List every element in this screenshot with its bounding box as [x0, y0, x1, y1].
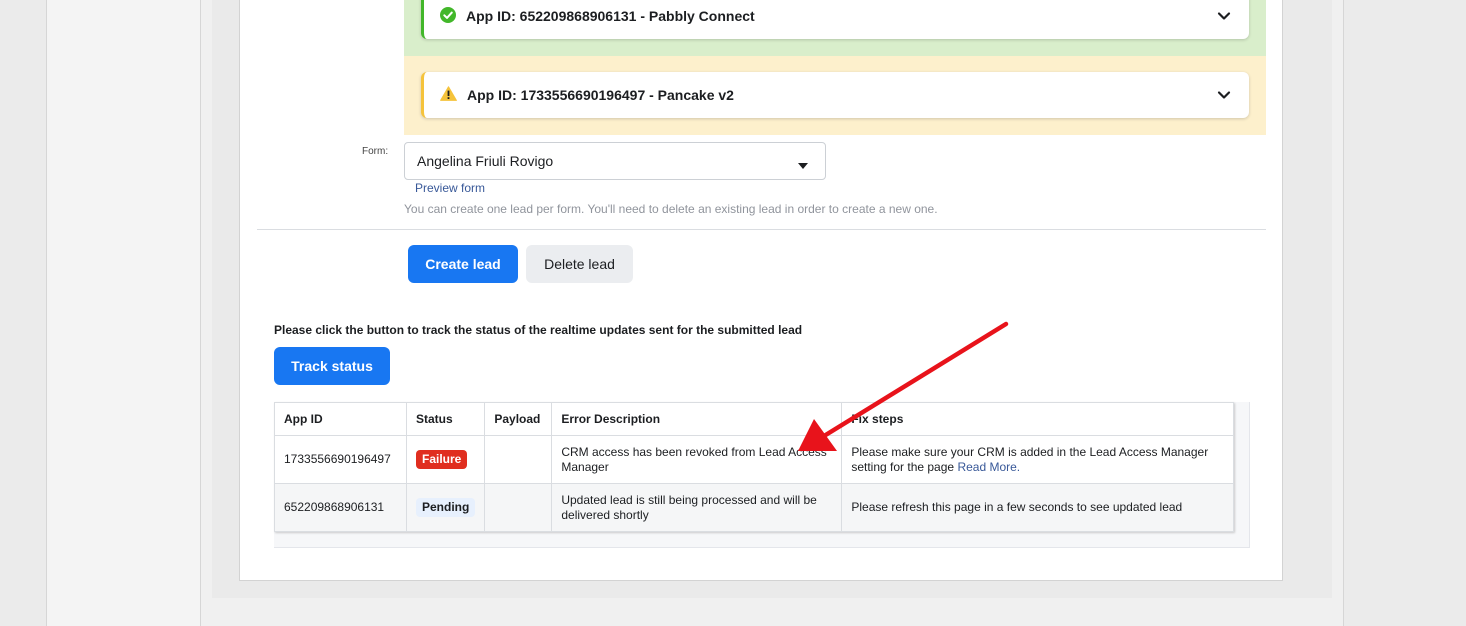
check-circle-icon [440, 6, 456, 26]
app-row-label: App ID: 1733556690196497 - Pancake v2 [467, 87, 734, 103]
track-status-instructions: Please click the button to track the sta… [274, 323, 803, 337]
create-lead-button[interactable]: Create lead [408, 245, 518, 283]
delete-lead-button[interactable]: Delete lead [526, 245, 633, 283]
table-row: 652209868906131 Pending Updated lead is … [274, 483, 1234, 532]
cell-app-id: 1733556690196497 [274, 435, 407, 484]
read-more-link[interactable]: Read More. [957, 460, 1020, 474]
column-header-payload: Payload [484, 402, 553, 436]
cell-status: Pending [405, 483, 486, 532]
status-table: App ID Status Payload Error Description … [274, 402, 1234, 532]
cell-app-id: 652209868906131 [274, 483, 407, 532]
app-row-pancake[interactable]: App ID: 1733556690196497 - Pancake v2 [421, 72, 1249, 118]
table-row: 1733556690196497 Failure CRM access has … [274, 435, 1234, 484]
warning-triangle-icon [440, 86, 457, 104]
section-divider [257, 229, 1266, 230]
chevron-down-icon[interactable] [1217, 8, 1231, 24]
form-select[interactable]: Angelina Friuli Rovigo [404, 142, 826, 180]
form-label: Form: [362, 146, 389, 157]
track-status-button[interactable]: Track status [274, 347, 390, 385]
cell-payload [484, 483, 553, 532]
app-row-label: App ID: 652209868906131 - Pabbly Connect [466, 8, 755, 24]
cell-status: Failure [405, 435, 486, 484]
table-header-row: App ID Status Payload Error Description … [274, 402, 1234, 436]
app-row-pabbly[interactable]: App ID: 652209868906131 - Pabbly Connect [421, 0, 1249, 39]
column-header-status: Status [405, 402, 486, 436]
chevron-down-icon[interactable] [1217, 87, 1231, 103]
status-badge: Failure [416, 450, 468, 469]
status-badge: Pending [416, 498, 476, 517]
column-header-app-id: App ID [274, 402, 407, 436]
cell-error-description: Updated lead is still being processed an… [551, 483, 843, 532]
form-hint-text: You can create one lead per form. You'll… [404, 202, 938, 216]
preview-form-link[interactable]: Preview form [415, 181, 485, 195]
cell-fix-steps: Please refresh this page in a few second… [841, 483, 1234, 532]
cell-payload [484, 435, 553, 484]
form-select-value: Angelina Friuli Rovigo [417, 153, 554, 169]
caret-down-icon [797, 157, 809, 173]
annotation-arrow [798, 321, 1009, 451]
